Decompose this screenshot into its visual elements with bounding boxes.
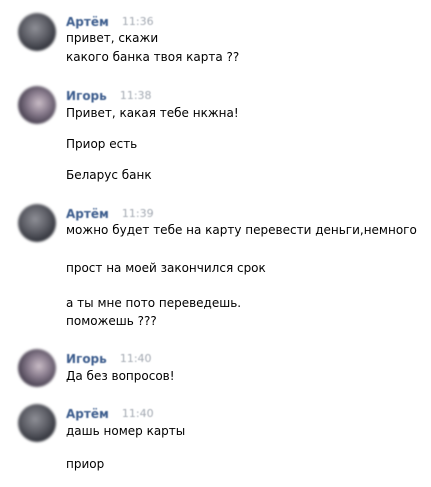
message-text: привет, скажи xyxy=(66,31,159,45)
message-text: Приор есть xyxy=(66,137,138,151)
message-time[interactable]: 11:36 xyxy=(122,15,154,28)
avatar[interactable] xyxy=(18,86,56,124)
message-author[interactable]: Игорь xyxy=(66,352,107,366)
message-text: дашь номер карты xyxy=(66,424,186,438)
message-time[interactable]: 11:39 xyxy=(122,207,154,220)
message-author[interactable]: Артём xyxy=(66,407,109,421)
message-time[interactable]: 11:40 xyxy=(122,407,154,420)
avatar[interactable] xyxy=(18,404,56,442)
message-text: поможешь ??? xyxy=(66,314,157,328)
message-text: Беларус банк xyxy=(66,168,152,182)
message-author[interactable]: Игорь xyxy=(66,89,107,103)
message-time[interactable]: 11:38 xyxy=(120,89,152,102)
message-text: а ты мне пото переведешь. xyxy=(66,296,242,310)
avatar[interactable] xyxy=(18,13,56,51)
avatar[interactable] xyxy=(18,349,56,387)
message-author[interactable]: Артём xyxy=(66,15,109,29)
message-text: какого банка твоя карта ?? xyxy=(66,50,240,64)
message-author[interactable]: Артём xyxy=(66,207,109,221)
message-text: можно будет тебе на карту перевести день… xyxy=(66,223,417,237)
message-time[interactable]: 11:40 xyxy=(120,352,152,365)
message-text: Да без вопросов! xyxy=(66,369,175,383)
avatar[interactable] xyxy=(18,204,56,242)
message-text: приор xyxy=(66,457,105,471)
message-text: прост на моей закончился срок xyxy=(66,261,266,275)
message-text: Привет, какая тебе нкжна! xyxy=(66,106,239,120)
